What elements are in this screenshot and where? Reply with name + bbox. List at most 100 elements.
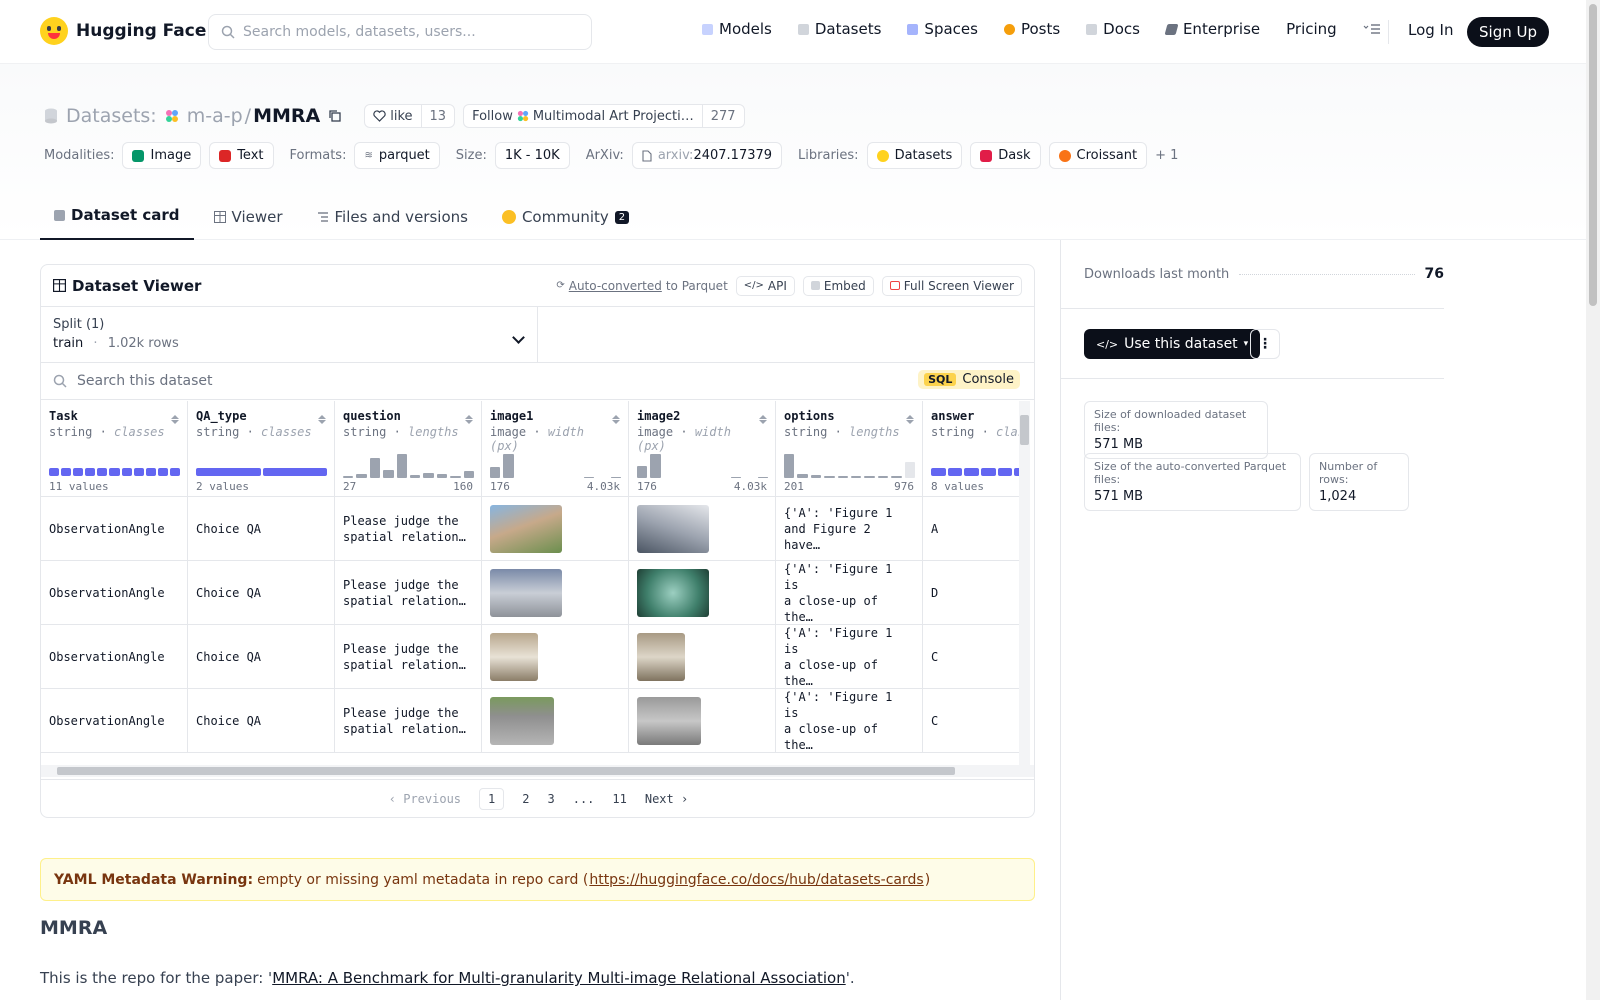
cell-image1[interactable] (482, 561, 629, 624)
image-thumbnail[interactable] (490, 632, 538, 681)
cell-qa-type[interactable]: Choice QA (188, 561, 335, 624)
tag-parquet[interactable]: ≋ parquet (354, 142, 440, 169)
cell-answer[interactable]: C (923, 625, 1021, 688)
more-libraries-link[interactable]: + 1 (1155, 148, 1178, 163)
login-link[interactable]: Log In (1408, 21, 1454, 39)
cell-image2[interactable] (629, 689, 776, 752)
cell-answer[interactable]: A (923, 497, 1021, 560)
tag-lib-croissant[interactable]: Croissant (1048, 142, 1148, 169)
cell-task[interactable]: ObservationAngle (41, 497, 188, 560)
paper-link[interactable]: MMRA: A Benchmark for Multi-granularity … (272, 969, 846, 987)
dataset-search-input[interactable]: Search this dataset SQL Console (41, 363, 1034, 400)
next-page-button[interactable]: Next › (645, 792, 688, 806)
cell-task[interactable]: ObservationAngle (41, 625, 188, 688)
image-thumbnail[interactable] (490, 696, 554, 745)
table-row[interactable]: ObservationAngle Choice QA Please judge … (41, 689, 1021, 753)
tag-text[interactable]: Text (209, 142, 274, 169)
column-header-answer[interactable]: answer string · classes 8 values (923, 401, 1021, 496)
cell-image1[interactable] (482, 689, 629, 752)
tab-files[interactable]: Files and versions (303, 208, 482, 240)
cell-question[interactable]: Please judge the spatial relation… (335, 497, 482, 560)
global-search-input[interactable]: Search models, datasets, users... (208, 14, 592, 50)
image-thumbnail[interactable] (637, 504, 709, 553)
cell-image2[interactable] (629, 497, 776, 560)
tag-size[interactable]: 1K - 10K (494, 142, 570, 169)
cell-options[interactable]: {'A': 'Figure 1 is a close-up of the… (776, 561, 923, 624)
image-thumbnail[interactable] (490, 504, 562, 553)
brand-logo[interactable]: Hugging Face (40, 17, 206, 45)
table-horizontal-scrollbar[interactable] (41, 765, 1034, 777)
table-vertical-scrollbar[interactable] (1019, 401, 1030, 765)
image-thumbnail[interactable] (637, 696, 701, 745)
auto-converted-link[interactable]: Auto-converted (569, 279, 662, 293)
page-scroll-thumb[interactable] (1589, 4, 1597, 306)
page-1-button[interactable]: 1 (479, 787, 505, 810)
column-header-image2[interactable]: image2 image · width (px) 176 4.03k (629, 401, 776, 496)
tag-lib-dask[interactable]: Dask (970, 142, 1041, 169)
cell-options[interactable]: {'A': 'Figure 1 and Figure 2 have… (776, 497, 923, 560)
scroll-thumb[interactable] (57, 767, 955, 775)
nav-posts[interactable]: Posts (1003, 20, 1060, 38)
table-row[interactable]: ObservationAngle Choice QA Please judge … (41, 561, 1021, 625)
follow-button[interactable]: Follow Multimodal Art Projecti… 277 (463, 104, 745, 128)
tag-image[interactable]: Image (122, 142, 202, 169)
nav-models[interactable]: Models (702, 20, 772, 38)
cell-image1[interactable] (482, 497, 629, 560)
tab-community[interactable]: Community 2 (488, 208, 643, 240)
cell-image1[interactable] (482, 625, 629, 688)
column-header-task[interactable]: Task string · classes 11 values (41, 401, 188, 496)
api-button[interactable]: </> API (735, 275, 795, 296)
page-2-button[interactable]: 2 (522, 792, 529, 806)
page-scrollbar[interactable] (1586, 0, 1600, 1000)
nav-pricing[interactable]: Pricing (1286, 20, 1337, 38)
embed-button[interactable]: Embed (802, 275, 874, 296)
use-dataset-button[interactable]: </> Use this dataset ▾ (1084, 329, 1261, 359)
nav-docs[interactable]: Docs (1086, 20, 1140, 38)
column-header-options[interactable]: options string · lengths 201 976 (776, 401, 923, 496)
previous-page-button[interactable]: ‹ Previous (389, 792, 461, 806)
repo-name[interactable]: MMRA (253, 105, 320, 127)
more-options-button[interactable]: ⋮ (1250, 329, 1280, 359)
cell-answer[interactable]: D (923, 561, 1021, 624)
cell-qa-type[interactable]: Choice QA (188, 497, 335, 560)
nav-more-menu[interactable] (1363, 23, 1381, 35)
tag-arxiv[interactable]: arxiv: 2407.17379 (631, 142, 783, 169)
cell-options[interactable]: {'A': 'Figure 1 is a close-up of the… (776, 689, 923, 752)
signup-button[interactable]: Sign Up (1467, 17, 1549, 47)
table-row[interactable]: ObservationAngle Choice QA Please judge … (41, 625, 1021, 689)
cell-question[interactable]: Please judge the spatial relation… (335, 561, 482, 624)
page-3-button[interactable]: 3 (547, 792, 554, 806)
cell-task[interactable]: ObservationAngle (41, 689, 188, 752)
image-thumbnail[interactable] (637, 568, 709, 617)
cell-image2[interactable] (629, 561, 776, 624)
section-label[interactable]: Datasets: (66, 105, 157, 127)
cell-qa-type[interactable]: Choice QA (188, 625, 335, 688)
cell-answer[interactable]: C (923, 689, 1021, 752)
cell-question[interactable]: Please judge the spatial relation… (335, 625, 482, 688)
copy-icon[interactable] (328, 109, 342, 123)
cell-task[interactable]: ObservationAngle (41, 561, 188, 624)
cell-options[interactable]: {'A': 'Figure 1 is a close-up of the… (776, 625, 923, 688)
page-11-button[interactable]: 11 (612, 792, 626, 806)
scroll-thumb[interactable] (1020, 415, 1029, 445)
sql-console-button[interactable]: SQL Console (918, 370, 1020, 389)
nav-enterprise[interactable]: Enterprise (1164, 20, 1260, 38)
image-thumbnail[interactable] (490, 568, 562, 617)
nav-spaces[interactable]: Spaces (907, 20, 978, 38)
nav-datasets[interactable]: Datasets (797, 20, 881, 38)
cell-question[interactable]: Please judge the spatial relation… (335, 689, 482, 752)
fullscreen-button[interactable]: Full Screen Viewer (881, 275, 1022, 296)
cell-qa-type[interactable]: Choice QA (188, 689, 335, 752)
image-thumbnail[interactable] (637, 632, 685, 681)
warning-link[interactable]: https://huggingface.co/docs/hub/datasets… (589, 872, 923, 888)
column-header-qa-type[interactable]: QA_type string · classes 2 values (188, 401, 335, 496)
cell-image2[interactable] (629, 625, 776, 688)
org-link[interactable]: m-a-p (187, 105, 243, 127)
split-select[interactable]: Split (1) train · 1.02k rows (41, 307, 538, 362)
tab-dataset-card[interactable]: Dataset card (40, 206, 194, 240)
column-header-image1[interactable]: image1 image · width (px) 176 4.03k (482, 401, 629, 496)
table-row[interactable]: ObservationAngle Choice QA Please judge … (41, 497, 1021, 561)
column-header-question[interactable]: question string · lengths 27 160 (335, 401, 482, 496)
like-button[interactable]: like 13 (364, 104, 456, 128)
tab-viewer[interactable]: Viewer (200, 208, 297, 240)
